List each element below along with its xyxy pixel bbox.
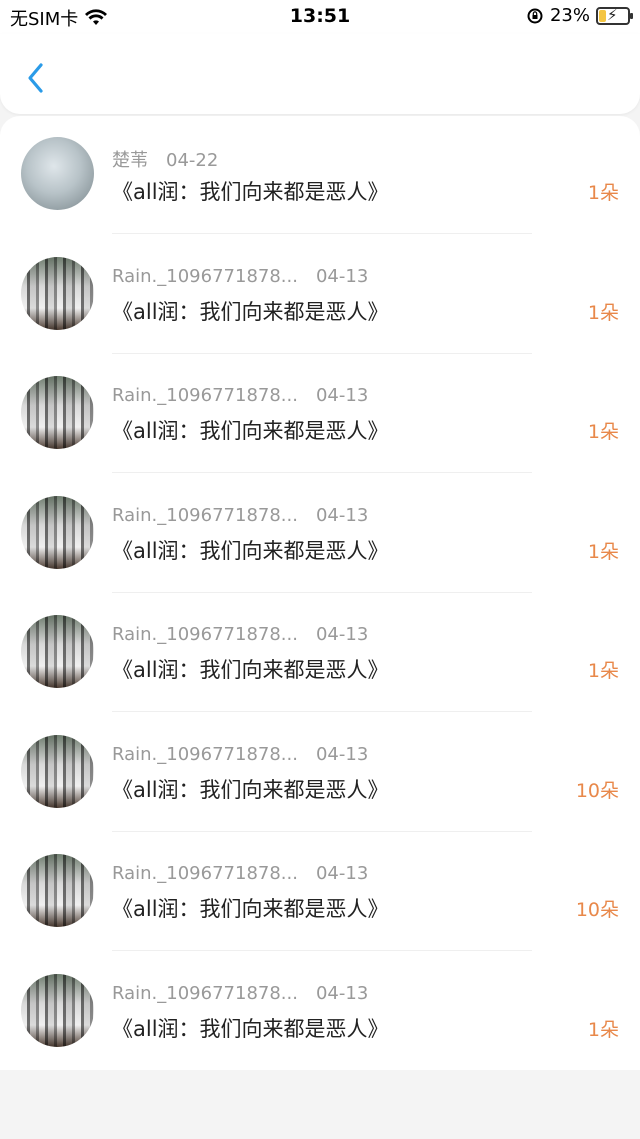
item-count: 1朵 [587, 301, 619, 324]
item-meta: Rain._1096771878... 04-13 [112, 744, 368, 765]
list-item[interactable]: Rain._1096771878... 04-13 《all润：我们向来都是恶人》… [0, 355, 640, 475]
item-date: 04-13 [315, 385, 369, 406]
battery-charging-icon: ⚡ [596, 6, 633, 25]
back-button[interactable] [22, 60, 52, 96]
item-date: 04-13 [315, 863, 369, 884]
user-name[interactable]: Rain._1096771878... [112, 624, 298, 645]
battery-percent: 23% [549, 5, 590, 26]
divider [112, 472, 532, 473]
item-count: 1朵 [587, 540, 619, 563]
gift-record-list: 楚苇 04-22 《all润：我们向来都是恶人》 1朵 Rain._1096771… [0, 116, 640, 1070]
item-title[interactable]: 《all润：我们向来都是恶人》 [112, 654, 389, 684]
item-count: 10朵 [575, 779, 619, 802]
status-bar: 无SIM卡 13:51 23% ⚡ [0, 0, 640, 34]
avatar[interactable] [21, 854, 94, 927]
item-count: 1朵 [587, 1018, 619, 1041]
list-item[interactable]: Rain._1096771878... 04-13 《all润：我们向来都是恶人》… [0, 594, 640, 714]
divider [112, 591, 532, 593]
item-date: 04-13 [315, 504, 369, 526]
item-count: 1朵 [587, 421, 619, 443]
divider [112, 711, 532, 712]
nav-bar [0, 34, 640, 114]
avatar[interactable] [21, 973, 94, 1047]
item-date: 04-13 [315, 265, 369, 287]
item-count: 1朵 [587, 660, 619, 682]
avatar[interactable] [21, 615, 94, 688]
item-date: 04-13 [315, 624, 369, 645]
user-name[interactable]: Rain._1096771878... [112, 863, 298, 884]
user-name[interactable]: Rain._1096771878... [112, 983, 298, 1004]
item-meta: Rain._1096771878... 04-13 [112, 385, 368, 406]
list-item[interactable]: 楚苇 04-22 《all润：我们向来都是恶人》 1朵 [0, 116, 640, 236]
item-title[interactable]: 《all润：我们向来都是恶人》 [112, 535, 389, 565]
item-meta: 楚苇 04-22 [112, 146, 218, 172]
divider [112, 830, 532, 832]
chevron-left-icon [28, 63, 43, 93]
item-title[interactable]: 《all润：我们向来都是恶人》 [112, 415, 389, 445]
item-date: 04-13 [315, 743, 369, 765]
list-item[interactable]: Rain._1096771878... 04-13 《all润：我们向来都是恶人》… [0, 236, 640, 356]
item-title[interactable]: 《all润：我们向来都是恶人》 [112, 893, 389, 923]
avatar[interactable] [21, 734, 94, 808]
item-meta: Rain._1096771878... 04-13 [112, 624, 368, 645]
avatar[interactable] [21, 256, 94, 330]
divider [112, 233, 532, 234]
user-name[interactable]: Rain._1096771878... [112, 266, 298, 287]
item-count: 10朵 [575, 899, 619, 921]
divider [112, 950, 532, 951]
list-item[interactable]: Rain._1096771878... 04-13 《all润：我们向来都是恶人》… [0, 953, 640, 1073]
orientation-lock-icon [527, 8, 543, 23]
user-name[interactable]: Rain._1096771878... [112, 505, 298, 526]
item-title[interactable]: 《all润：我们向来都是恶人》 [112, 774, 389, 804]
user-name[interactable]: Rain._1096771878... [112, 385, 298, 406]
avatar[interactable] [21, 376, 94, 449]
avatar[interactable] [21, 495, 94, 569]
item-title[interactable]: 《all润：我们向来都是恶人》 [112, 296, 389, 326]
item-title[interactable]: 《all润：我们向来都是恶人》 [112, 1013, 389, 1043]
divider [112, 352, 532, 354]
item-title[interactable]: 《all润：我们向来都是恶人》 [112, 176, 389, 206]
item-date: 04-13 [315, 982, 369, 1004]
status-right: 23% ⚡ [526, 5, 633, 26]
item-meta: Rain._1096771878... 04-13 [112, 983, 368, 1004]
item-meta: Rain._1096771878... 04-13 [112, 266, 368, 287]
list-item[interactable]: Rain._1096771878... 04-13 《all润：我们向来都是恶人》… [0, 833, 640, 953]
list-item[interactable]: Rain._1096771878... 04-13 《all润：我们向来都是恶人》… [0, 714, 640, 834]
item-count: 1朵 [587, 182, 619, 204]
user-name[interactable]: 楚苇 [112, 150, 148, 171]
item-meta: Rain._1096771878... 04-13 [112, 505, 368, 526]
list-item[interactable]: Rain._1096771878... 04-13 《all润：我们向来都是恶人》… [0, 475, 640, 595]
item-date: 04-22 [166, 150, 219, 171]
user-name[interactable]: Rain._1096771878... [112, 744, 298, 765]
item-meta: Rain._1096771878... 04-13 [112, 863, 368, 884]
avatar[interactable] [21, 137, 94, 210]
